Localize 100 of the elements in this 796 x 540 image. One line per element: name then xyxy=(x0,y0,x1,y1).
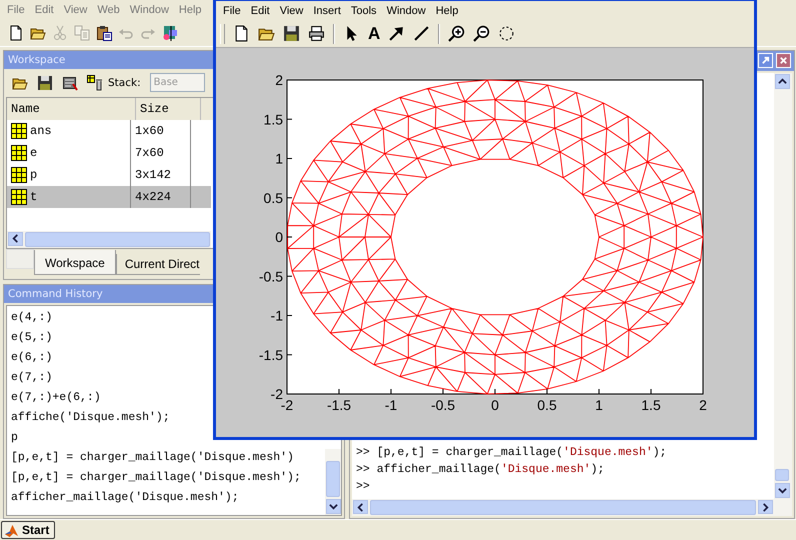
y-tick-label: 2 xyxy=(275,72,283,88)
close-icon xyxy=(779,56,788,66)
arrow-icon xyxy=(761,56,770,66)
grid-icon xyxy=(11,122,27,139)
history-entry[interactable]: e(5,:) xyxy=(11,328,52,348)
start-button[interactable]: Start xyxy=(1,521,56,540)
tab[interactable]: Current Direct xyxy=(116,254,200,275)
variable-name: t xyxy=(30,190,38,204)
x-tick-label: 1.5 xyxy=(641,397,661,413)
menu-item[interactable]: Edit xyxy=(246,4,275,16)
y-tick-label: 1.5 xyxy=(264,111,283,128)
x-tick-label: 1 xyxy=(595,397,603,413)
x-tick-label: -2 xyxy=(280,397,294,413)
arrow-icon[interactable] xyxy=(388,25,406,42)
vertical-scrollbar[interactable] xyxy=(774,72,792,516)
variable-size: 7x60 xyxy=(135,146,164,160)
menu-item[interactable]: File xyxy=(2,4,30,16)
horizontal-scrollbar[interactable] xyxy=(7,230,211,248)
chevron-up-icon xyxy=(778,76,787,86)
menu-item[interactable]: Window xyxy=(382,4,431,16)
column-header[interactable]: Name xyxy=(7,98,136,120)
menu-item[interactable]: Help xyxy=(174,4,207,16)
blocks-icon[interactable] xyxy=(162,24,178,41)
scroll-down-button[interactable] xyxy=(326,499,341,514)
column-header[interactable]: Size xyxy=(136,98,201,120)
history-entry[interactable]: p xyxy=(11,428,18,448)
x-tick-label: -1 xyxy=(384,397,398,413)
variable-size: 4x224 xyxy=(135,190,172,204)
chevron-down-icon xyxy=(329,502,338,512)
page-icon[interactable] xyxy=(8,24,24,41)
chevron-left-icon xyxy=(356,502,365,512)
text-tool[interactable]: A xyxy=(368,25,380,42)
rotate-icon[interactable] xyxy=(498,25,516,42)
scrollbar-thumb[interactable] xyxy=(326,461,340,498)
variable-row[interactable]: t 4x224 xyxy=(7,186,211,208)
menu-item[interactable]: Edit xyxy=(30,4,59,16)
y-tick-label: -1.5 xyxy=(258,346,283,363)
stack-label: Stack: xyxy=(108,76,141,89)
command-line: >> xyxy=(356,479,371,496)
menu-item[interactable]: File xyxy=(218,4,246,16)
variable-name: ans xyxy=(30,124,52,138)
trash-icon[interactable] xyxy=(87,74,103,91)
x-tick-label: -1.5 xyxy=(326,397,352,413)
scrollbar-thumb[interactable] xyxy=(370,500,756,516)
grid-icon xyxy=(11,166,27,183)
horizontal-scrollbar[interactable] xyxy=(352,499,774,516)
variable-row[interactable]: e 7x60 xyxy=(7,142,211,164)
command-line: >> afficher_maillage('Disque.mesh'); xyxy=(356,462,606,478)
history-entry[interactable]: affiche('Disque.mesh'); xyxy=(11,408,170,428)
menu-item[interactable]: View xyxy=(274,4,308,16)
history-entry[interactable]: e(7,:)+e(6,:) xyxy=(11,388,101,408)
zoom-in-icon[interactable] xyxy=(448,25,466,42)
clipboard-icon[interactable] xyxy=(96,24,112,41)
scroll-right-button[interactable] xyxy=(758,500,773,514)
line-icon[interactable] xyxy=(413,25,430,42)
history-entry[interactable]: [p,e,t] = charger_maillage('Disque.mesh'); xyxy=(11,468,301,488)
scrollbar-thumb[interactable] xyxy=(775,469,789,482)
variable-name: e xyxy=(30,146,38,160)
history-entry[interactable]: e(4,:) xyxy=(11,308,52,328)
y-tick-label: 0 xyxy=(275,229,283,245)
scrollbar-thumb[interactable] xyxy=(25,232,210,247)
grid-icon xyxy=(11,144,27,161)
variable-size: 3x142 xyxy=(135,168,172,182)
x-tick-label: -0.5 xyxy=(430,397,456,413)
import-icon[interactable] xyxy=(62,74,78,91)
variable-size: 1x60 xyxy=(135,124,164,138)
vertical-scrollbar[interactable] xyxy=(325,449,341,516)
y-tick-label: -2 xyxy=(270,386,283,402)
menu-item[interactable]: View xyxy=(58,4,92,16)
history-entry[interactable]: e(7,:) xyxy=(11,368,52,388)
history-entry[interactable]: [p,e,t] = charger_maillage('Disque.mesh') xyxy=(11,448,294,468)
variable-row[interactable]: ans 1x60 xyxy=(7,120,211,142)
peak-icon xyxy=(4,522,19,538)
scroll-left-button[interactable] xyxy=(8,232,23,246)
grid-icon xyxy=(11,188,27,205)
close-button[interactable] xyxy=(776,53,791,68)
chevron-left-icon xyxy=(11,234,20,244)
scroll-up-button[interactable] xyxy=(775,74,790,89)
menu-item[interactable]: Window xyxy=(124,4,174,16)
zoom-out-icon[interactable] xyxy=(473,25,490,42)
y-tick-label: -1 xyxy=(270,308,283,324)
history-entry[interactable]: afficher_maillage('Disque.mesh'); xyxy=(11,488,239,508)
scroll-down-button[interactable] xyxy=(775,483,790,498)
x-tick-label: 0 xyxy=(491,397,499,413)
menu-item[interactable]: Help xyxy=(430,4,464,16)
menu-item[interactable]: Insert xyxy=(308,4,346,16)
tab[interactable]: Workspace xyxy=(34,250,116,275)
chevron-right-icon xyxy=(761,502,770,512)
menu-item[interactable]: Tools xyxy=(346,4,382,16)
undock-button[interactable] xyxy=(758,53,773,68)
y-tick-label: 0.5 xyxy=(264,190,283,206)
chevron-down-icon xyxy=(778,486,787,496)
printer-icon[interactable] xyxy=(308,25,325,42)
y-tick-label: 1 xyxy=(275,150,283,166)
variable-name: p xyxy=(30,168,38,182)
x-tick-label: 0.5 xyxy=(537,397,557,413)
page-icon[interactable] xyxy=(233,25,250,42)
history-entry[interactable]: e(6,:) xyxy=(11,348,52,368)
menu-item[interactable]: Web xyxy=(92,4,125,16)
scroll-left-button[interactable] xyxy=(353,500,368,514)
